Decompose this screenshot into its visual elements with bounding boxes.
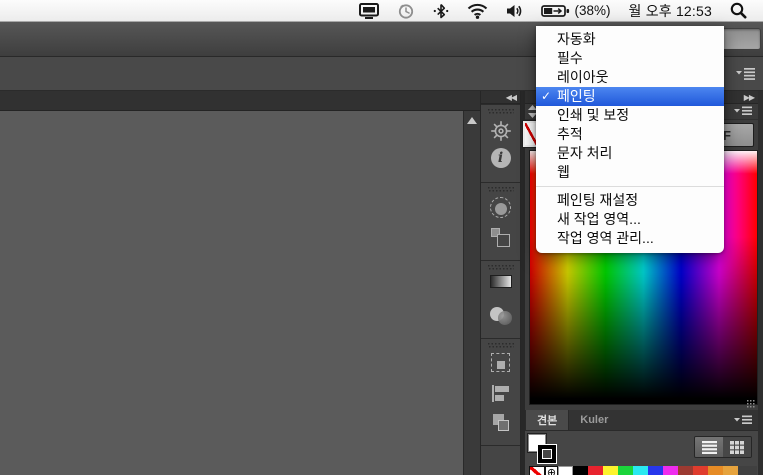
menu-item-typography[interactable]: 문자 처리 <box>536 144 724 163</box>
swatch-color[interactable] <box>678 466 693 475</box>
menu-item-tracing[interactable]: 추적 <box>536 125 724 144</box>
workspace-dropdown-menu: 자동화 필수 레이아웃 ✓ 페인팅 인쇄 및 보정 추적 문자 처리 웹 페인팅… <box>536 26 724 253</box>
dock-panel-align[interactable] <box>489 382 513 406</box>
dock-gripper[interactable] <box>487 343 514 348</box>
expand-right-icon: ▶▶ <box>743 92 755 102</box>
menu-item-web[interactable]: 웹 <box>536 163 724 182</box>
dock-group-3 <box>481 260 520 338</box>
swatches-panel-content: ⊕ <box>525 431 758 475</box>
color-panel-menu-icon[interactable] <box>734 106 752 117</box>
swatch-color[interactable] <box>603 466 618 475</box>
dock-group-empty <box>481 445 520 475</box>
swatch-color[interactable] <box>723 466 738 475</box>
panel-resize-gripper[interactable] <box>747 399 756 408</box>
dock-group-2 <box>481 182 520 260</box>
menu-bar-clock: 월 오후 12:53 <box>628 2 712 19</box>
tab-kuler-label: Kuler <box>580 414 609 426</box>
canvas-area <box>0 111 463 475</box>
list-view-icon <box>701 440 717 454</box>
menu-item-automation[interactable]: 자동화 <box>536 30 724 49</box>
spotlight-search-icon <box>730 2 747 19</box>
wifi-icon <box>467 3 488 19</box>
list-view-button[interactable] <box>695 437 723 457</box>
gradient-icon <box>489 275 512 288</box>
bounding-box-icon <box>490 353 510 372</box>
swatch-color[interactable] <box>708 466 723 475</box>
panel-right-edge <box>758 91 763 475</box>
menu-item-new-workspace[interactable]: 새 작업 영역... <box>536 210 724 229</box>
menu-item-layout[interactable]: 레이아웃 <box>536 68 724 87</box>
dock-panel-color-guide[interactable] <box>489 119 513 143</box>
f-button-label: F <box>723 127 731 143</box>
swatches-tab-bar: 견본 Kuler <box>525 410 758 431</box>
view-toggle-group <box>694 436 752 458</box>
menu-item-essentials[interactable]: 필수 <box>536 49 724 68</box>
helm-icon <box>489 119 513 143</box>
wifi-menu-extra[interactable] <box>458 0 497 22</box>
swatch-color[interactable] <box>588 466 603 475</box>
display-icon <box>358 2 379 19</box>
swatch-color[interactable] <box>633 466 648 475</box>
grid-view-button[interactable] <box>723 437 751 457</box>
checkmark-icon: ✓ <box>541 89 552 103</box>
canvas-vertical-scrollbar[interactable] <box>463 111 480 475</box>
volume-menu-extra[interactable] <box>497 0 532 22</box>
dock-group-4 <box>481 338 520 445</box>
dock-gripper[interactable] <box>487 265 514 270</box>
dock-panel-arrange[interactable] <box>489 411 513 435</box>
menu-separator <box>536 186 724 187</box>
swatch-color[interactable] <box>573 466 588 475</box>
stroke-color-indicator[interactable] <box>538 445 556 463</box>
tab-swatches-label: 견본 <box>537 415 558 427</box>
panel-dock: ◀◀ i <box>480 91 521 475</box>
registration-icon: ⊕ <box>546 466 557 475</box>
swatch-none[interactable] <box>529 466 545 475</box>
control-bar-menu-icon[interactable] <box>736 67 756 80</box>
swatch-color[interactable] <box>618 466 633 475</box>
menu-item-print-proof[interactable]: 인쇄 및 보정 <box>536 106 724 125</box>
dock-panel-selection[interactable] <box>489 197 513 221</box>
collapse-left-icon: ◀◀ <box>505 92 517 102</box>
battery-icon <box>540 4 570 18</box>
swatch-color[interactable] <box>558 466 573 475</box>
grid-view-icon <box>730 440 744 454</box>
swatch-color[interactable] <box>663 466 678 475</box>
menu-item-reset-painting[interactable]: 페인팅 재설정 <box>536 191 724 210</box>
dock-gripper[interactable] <box>487 109 514 114</box>
dock-panel-gradient[interactable] <box>489 275 513 299</box>
dock-panel-transparency[interactable] <box>489 304 513 328</box>
swatch-registration[interactable]: ⊕ <box>545 466 558 475</box>
volume-icon <box>506 4 523 18</box>
dock-gripper[interactable] <box>487 187 514 192</box>
bluetooth-menu-extra[interactable] <box>424 0 458 22</box>
swatch-row: ⊕ <box>529 466 757 475</box>
bluetooth-icon <box>433 3 449 19</box>
time-machine-icon <box>397 2 415 20</box>
dashed-circle-icon <box>489 197 511 218</box>
scroll-up-arrow-icon[interactable] <box>467 117 477 124</box>
clock-menu-extra[interactable]: 월 오후 12:53 <box>620 0 721 22</box>
dock-collapse-button[interactable]: ◀◀ <box>481 91 520 104</box>
swatch-empty <box>738 466 757 475</box>
tab-swatches[interactable]: 견본 <box>525 410 570 430</box>
battery-menu-extra[interactable]: (38%) <box>532 0 620 22</box>
dock-panel-artboards[interactable] <box>489 226 513 250</box>
dock-group-1: i <box>481 104 520 182</box>
swatches-panel-menu-icon[interactable] <box>734 410 758 430</box>
menu-item-manage-workspaces[interactable]: 작업 영역 관리... <box>536 229 724 248</box>
dock-panel-transform[interactable] <box>489 353 513 377</box>
display-menu-extra[interactable] <box>350 0 388 22</box>
screen: (38%) 월 오후 12:53 ◀◀ i ▶▶ F 견본 Kuler ⊕ 자동… <box>0 0 763 475</box>
time-machine-menu-extra[interactable] <box>388 0 424 22</box>
info-icon: i <box>490 148 511 168</box>
dock-panel-info[interactable]: i <box>489 148 513 172</box>
tab-kuler[interactable]: Kuler <box>569 410 619 430</box>
swatch-color[interactable] <box>693 466 708 475</box>
macos-menu-bar: (38%) 월 오후 12:53 <box>0 0 763 22</box>
menu-item-painting[interactable]: ✓ 페인팅 <box>536 87 724 106</box>
spotlight-menu-extra[interactable] <box>721 0 749 22</box>
battery-percent: (38%) <box>574 3 611 18</box>
swatch-color[interactable] <box>648 466 663 475</box>
